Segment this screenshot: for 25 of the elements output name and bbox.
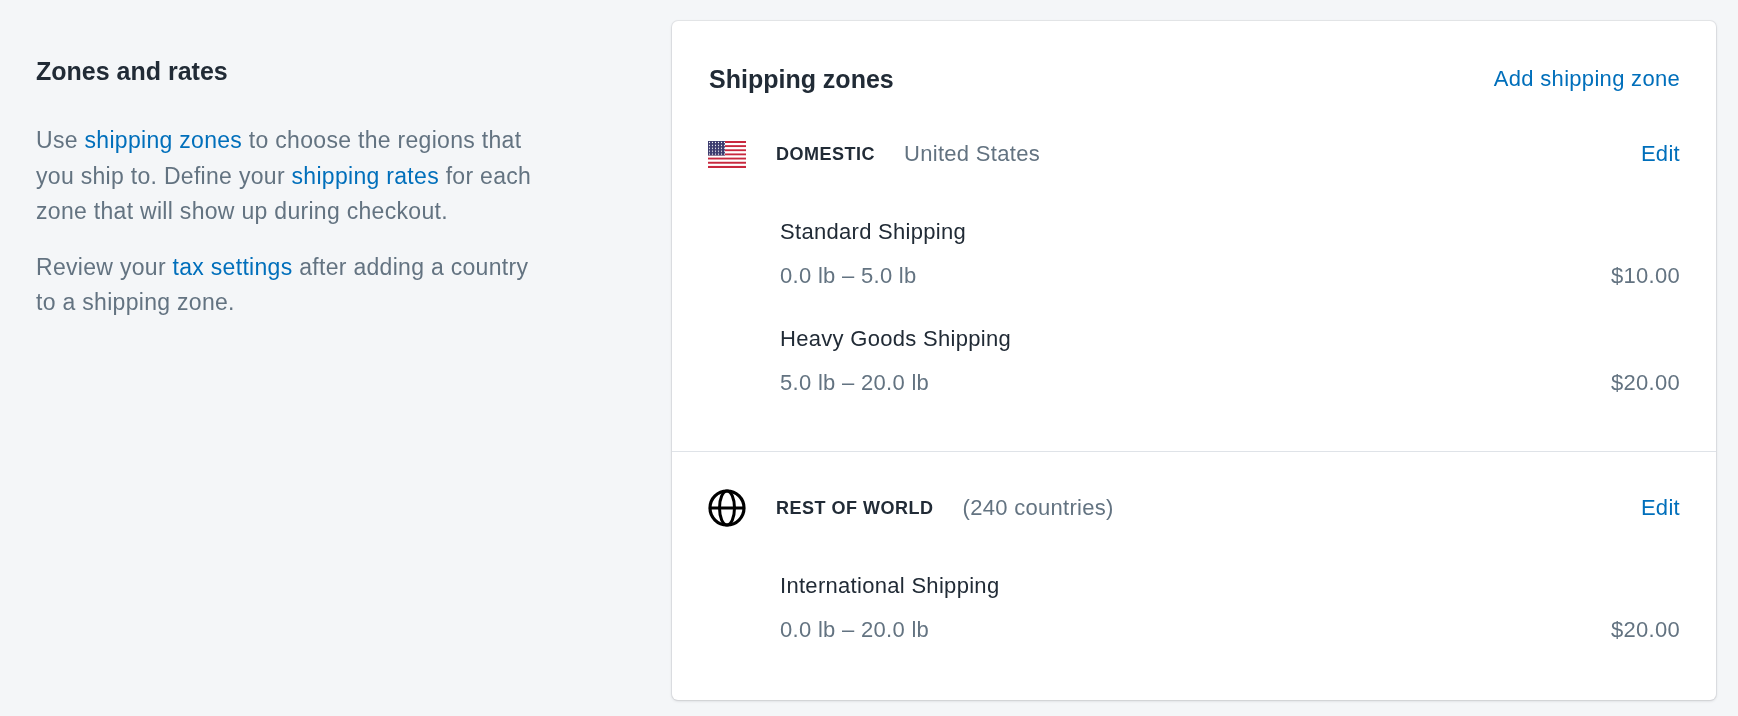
rate-name: International Shipping [780, 572, 1000, 600]
rate-name: Heavy Goods Shipping [780, 325, 1012, 353]
edit-link[interactable]: Edit [1640, 140, 1680, 168]
weight-range: 0.0 lb – 20.0 lb [780, 616, 930, 644]
link[interactable]: shipping zones [84, 127, 243, 153]
weight-range: 5.0 lb – 20.0 lb [780, 369, 930, 397]
zone-name: REST OF WORLD [776, 497, 934, 519]
rate-name: Standard Shipping [780, 218, 967, 246]
weight-range: 0.0 lb – 5.0 lb [780, 262, 917, 290]
link[interactable]: tax settings [172, 253, 293, 280]
description-text: Review your tax settings after adding a country to a shipping zone. [36, 252, 530, 317]
section-title: Zones and rates [36, 56, 229, 86]
zone-name: DOMESTIC [776, 143, 875, 165]
card-title: Shipping zones [709, 65, 894, 93]
rate-price: $20.00 [1610, 369, 1680, 397]
zone-countries: (240 countries) [962, 495, 1114, 521]
globe-icon [708, 489, 746, 527]
add-zone-link[interactable]: Add shipping zone [1493, 65, 1680, 93]
description-text: Use shipping zones to choose the regions that you ship to. Define your shipping rates for each zone that will show up during checkout. [36, 126, 533, 226]
rate-price: $10.00 [1610, 262, 1680, 290]
edit-link[interactable]: Edit [1640, 494, 1680, 522]
rate-price: $20.00 [1610, 616, 1680, 644]
link[interactable]: shipping rates [291, 162, 439, 189]
flag-icon [708, 140, 746, 168]
zone-countries: United States [904, 141, 1040, 167]
